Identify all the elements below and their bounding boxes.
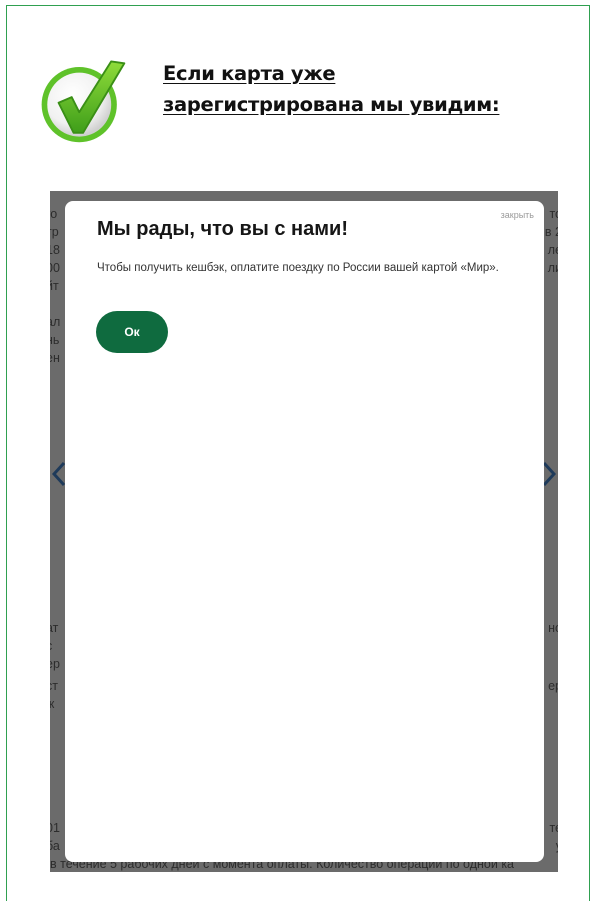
bg-text: ат (50, 621, 59, 635)
bg-text: те (549, 821, 558, 835)
modal-title: Мы рады, что вы с нами! (97, 218, 349, 240)
bg-text: ер (548, 679, 558, 693)
bg-text: ба (50, 839, 60, 853)
bg-text: то (549, 207, 558, 221)
bg-text: 00 (50, 261, 60, 275)
bg-text: 18 (50, 243, 60, 257)
success-modal: закрыть Мы рады, что вы с нами! Чтобы по… (65, 201, 544, 862)
slider-right-arrow-icon (542, 461, 556, 487)
bg-text: ле (547, 243, 558, 257)
screenshot-area: го то тр в 2 18 ле 00 ли йт ал нь ен ат … (50, 191, 558, 872)
close-link[interactable]: закрыть (501, 210, 534, 220)
bg-text: но (548, 621, 558, 635)
bg-text: у (556, 839, 558, 853)
bg-text: ен (50, 351, 60, 365)
bg-text: 01 (50, 821, 60, 835)
bg-text: нь (50, 333, 60, 347)
bg-text: го (50, 207, 58, 221)
modal-text: Чтобы получить кешбэк, оплатите поездку … (97, 262, 499, 274)
bg-text: тр (50, 225, 59, 239)
bg-text: ж (50, 697, 55, 711)
bg-text: йт (50, 279, 59, 293)
bg-text: с (50, 639, 52, 653)
ok-button[interactable]: Ок (96, 311, 168, 353)
bg-text: ал (50, 315, 61, 329)
bg-text: ли (547, 261, 558, 275)
bg-text: ст (50, 679, 58, 693)
bg-text: ер (50, 657, 60, 671)
page-heading: Если карта уже зарегистрирована мы увиди… (163, 58, 573, 120)
slider-left-arrow-icon (52, 461, 66, 487)
bg-text: в 2 (544, 225, 558, 239)
green-checkmark-icon (41, 60, 126, 143)
heading-line-1: Если карта уже (163, 62, 336, 85)
heading-line-2: зарегистрирована мы увидим: (163, 93, 500, 116)
